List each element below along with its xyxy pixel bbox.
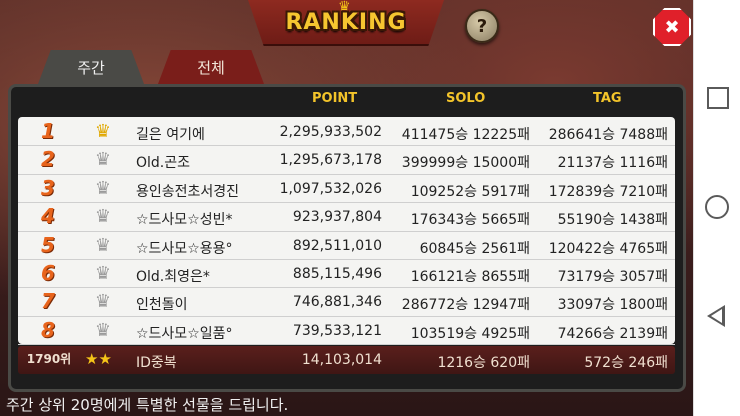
column-header-tag: TAG (593, 91, 622, 106)
rank-number: 5 (41, 232, 55, 257)
player-name: 길은 여기에 (136, 127, 205, 143)
crown-icon: ♛ (94, 263, 112, 284)
rank-number: 8 (41, 317, 55, 342)
tab-all-time[interactable]: 전체 (158, 50, 264, 84)
my-rank-position: 1790위 (26, 352, 72, 366)
player-tag: 286641승 7488패 (548, 127, 668, 143)
player-solo: 399999승 15000패 (401, 155, 530, 172)
player-name: ☆드사모☆성빈* (136, 212, 233, 229)
player-point: 746,881,346 (292, 294, 382, 311)
player-solo: 176343승 5665패 (410, 212, 530, 229)
close-icon[interactable]: ✖ (664, 17, 679, 38)
player-solo: 286772승 12947패 (401, 297, 530, 314)
player-tag: 172839승 7210패 (548, 183, 668, 200)
help-button[interactable]: ? (465, 9, 499, 43)
crown-icon: ♛ (94, 177, 112, 199)
rank-number: 4 (41, 204, 55, 229)
page-title: RANKING (285, 10, 407, 35)
player-name: 용인송전초서경진 (136, 183, 240, 200)
my-rank-point: 14,103,014 (301, 352, 382, 368)
home-circle-icon[interactable] (705, 195, 729, 219)
rank-number: 1 (41, 119, 55, 143)
crown-icon: ♛ (94, 206, 112, 228)
player-tag: 55190승 1438패 (557, 212, 668, 229)
tab-weekly[interactable]: 주간 (38, 50, 144, 84)
column-header-solo: SOLO (446, 91, 486, 106)
my-rank-tag: 572승 246패 (584, 355, 668, 371)
my-rank-name: ID중복 (136, 355, 177, 371)
player-solo: 109252승 5917패 (410, 183, 530, 200)
close-button[interactable]: ✖ (653, 8, 691, 46)
game-screen: ♛ RANKING ? ✖ 주간 전체 POINT SOLO TAG 1 ♛ 길은 … (0, 0, 693, 416)
player-point: 739,533,121 (292, 322, 382, 339)
player-solo: 60845승 2561패 (419, 240, 530, 257)
player-point: 1,295,673,178 (279, 152, 382, 169)
rank-number: 3 (41, 175, 55, 200)
player-solo: 103519승 4925패 (410, 325, 530, 342)
player-tag: 73179승 3057패 (557, 269, 668, 285)
player-point: 1,097,532,026 (279, 180, 382, 197)
player-tag: 33097승 1800패 (557, 297, 668, 314)
player-tag: 120422승 4765패 (548, 240, 668, 257)
crown-icon: ♛ (94, 234, 112, 256)
crown-icon: ♛ (94, 291, 112, 313)
rank-number: 2 (41, 147, 55, 172)
player-tag: 21137승 1116패 (557, 155, 668, 172)
crown-icon: ♛ (94, 149, 112, 171)
recent-apps-square-icon[interactable] (707, 87, 729, 109)
player-name: 인천돌이 (136, 297, 188, 314)
player-point: 885,115,496 (292, 266, 382, 282)
back-triangle-inner (711, 309, 722, 323)
player-tag: 74266승 2139패 (557, 325, 668, 342)
rank-number: 7 (41, 289, 55, 314)
player-solo: 411475승 12225패 (401, 127, 530, 143)
player-name: Old.곤조 (136, 155, 191, 172)
player-name: Old.최영은* (136, 269, 210, 285)
crown-icon: ♛ (94, 121, 112, 142)
rank-number: 6 (41, 261, 55, 285)
player-point: 892,511,010 (292, 237, 382, 254)
my-rank-solo: 1216승 620패 (437, 355, 530, 371)
crown-icon: ♛ (94, 319, 112, 341)
column-header-point: POINT (312, 91, 358, 106)
my-rank-stars: ★★ (85, 350, 112, 368)
player-point: 923,937,804 (292, 209, 382, 226)
footer-notice: 주간 상위 20명에게 특별한 선물을 드립니다. (6, 396, 289, 414)
player-name: ☆드사모☆용용° (136, 240, 233, 257)
player-point: 2,295,933,502 (279, 124, 382, 140)
player-solo: 166121승 8655패 (410, 269, 530, 285)
player-name: ☆드사모☆일품° (136, 325, 233, 342)
